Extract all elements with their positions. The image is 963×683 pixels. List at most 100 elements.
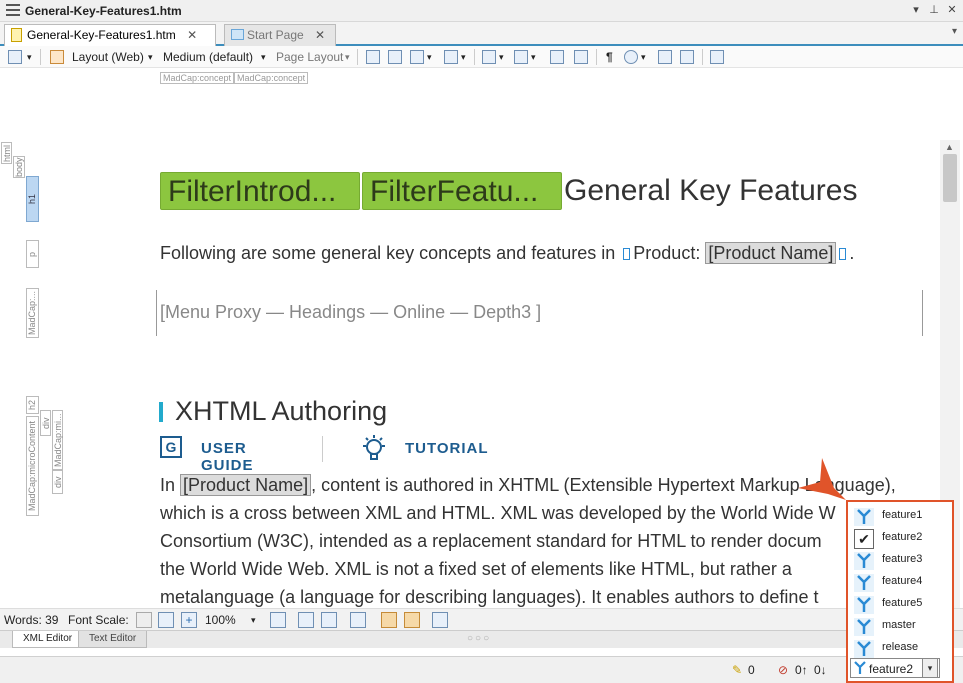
chevron-down-icon[interactable]: ▾ — [531, 49, 536, 65]
intro-paragraph[interactable]: Following are some general key concepts … — [160, 239, 854, 267]
span-bars-button[interactable] — [321, 612, 337, 628]
font-scale-increase-button[interactable]: + — [181, 612, 197, 628]
chevron-down-icon[interactable]: ▾ — [922, 658, 938, 678]
text-format-icon[interactable] — [514, 50, 528, 64]
duplicate-icon[interactable] — [680, 50, 694, 64]
window-icon[interactable] — [710, 50, 724, 64]
ruler-button[interactable] — [381, 612, 397, 628]
structure-bars-button[interactable] — [298, 612, 314, 628]
user-guide-link[interactable]: USER GUIDE — [201, 440, 254, 474]
print-icon[interactable] — [388, 50, 402, 64]
close-icon[interactable]: ✕ — [945, 3, 959, 17]
chevron-down-icon[interactable]: ▾ — [427, 49, 432, 65]
menu-proxy[interactable]: [Menu Proxy — Headings — Online — Depth3… — [156, 290, 923, 336]
target-dropdown[interactable]: feature1 ✔ feature2 feature3 feature4 fe… — [846, 500, 954, 683]
font-scale-reset-button[interactable] — [158, 612, 174, 628]
target-option-feature1[interactable]: feature1 — [852, 506, 950, 526]
structure-tag-h1[interactable]: h1 — [26, 176, 39, 222]
structure-tag-microcontent[interactable]: MadCap:microContent — [26, 416, 39, 516]
window-title: General-Key-Features1.htm — [25, 4, 182, 18]
pin-icon[interactable]: ⊥ — [927, 3, 941, 17]
page-width-button[interactable] — [432, 612, 448, 628]
target-option-label: feature2 — [882, 531, 923, 543]
show-tags-button[interactable] — [350, 612, 366, 628]
show-tags-icon[interactable] — [624, 50, 638, 64]
structure-tag-h2[interactable]: h2 — [26, 396, 39, 414]
user-guide-icon: G — [160, 436, 182, 458]
divider — [474, 49, 475, 65]
errors-down-count[interactable]: 0↓ — [814, 663, 827, 677]
structure-tag-html[interactable]: html — [1, 142, 12, 164]
structure-tag-p[interactable]: p — [26, 240, 39, 268]
chevron-down-icon[interactable]: ▾ — [261, 49, 266, 65]
errors-up-count[interactable]: 0↑ — [795, 663, 808, 677]
heading-1[interactable]: FilterIntrod... FilterFeatu... General Key… — [160, 172, 857, 212]
pilcrow-icon[interactable]: ¶ — [606, 49, 613, 65]
target-option-feature3[interactable]: feature3 — [852, 550, 950, 570]
scroll-up-icon[interactable]: ▲ — [945, 142, 954, 152]
view-mode-button[interactable] — [270, 612, 286, 628]
tab-scroll-icon[interactable]: ▾ — [952, 26, 957, 37]
concept-tag[interactable]: MadCap:concept — [160, 72, 235, 84]
structure-tag-body[interactable]: body — [13, 156, 25, 178]
chevron-down-icon[interactable]: ▾ — [148, 49, 153, 65]
callout-arrow-icon — [798, 458, 846, 500]
editor-toolbar: ▾ Layout (Web) ▾ Medium (default) ▾ Page… — [0, 46, 963, 68]
zoom-select[interactable]: 100% — [205, 612, 236, 628]
font-scale-label: Font Scale: — [68, 613, 129, 627]
scrollbar-thumb[interactable] — [943, 154, 957, 202]
target-option-feature4[interactable]: feature4 — [852, 572, 950, 592]
lightbulb-icon — [363, 435, 385, 460]
heading-accent-bar — [159, 402, 163, 422]
layout-dropdown[interactable]: Layout (Web) — [72, 49, 144, 65]
chevron-down-icon[interactable]: ▾ — [345, 49, 350, 65]
menu-icon[interactable] — [6, 4, 20, 16]
tab-xml-editor[interactable]: XML Editor — [12, 631, 84, 648]
vertical-ruler-button[interactable] — [404, 612, 420, 628]
zoom-icon[interactable] — [8, 50, 22, 64]
chevron-down-icon[interactable]: ▾ — [461, 49, 466, 65]
checkmark-icon: ✔ — [854, 529, 874, 549]
tab-general-key-features[interactable]: General-Key-Features1.htm ✕ — [4, 24, 216, 46]
snippet-filter-intro[interactable]: FilterIntrod... — [160, 172, 360, 210]
page-layout-dropdown[interactable]: Page Layout — [276, 49, 343, 65]
chevron-down-icon[interactable]: ▾ — [251, 612, 256, 628]
copy-icon[interactable] — [658, 50, 672, 64]
tutorial-link[interactable]: TUTORIAL — [405, 440, 489, 457]
target-option-feature5[interactable]: feature5 — [852, 594, 950, 614]
structure-tag-div[interactable]: div — [40, 410, 51, 436]
close-icon[interactable]: ✕ — [315, 28, 325, 42]
concept-icon[interactable] — [574, 50, 588, 64]
condition-start-icon — [623, 248, 631, 261]
structure-tag-div[interactable]: div — [52, 470, 63, 494]
tab-start-page[interactable]: Start Page ✕ — [224, 24, 336, 46]
concept-tag[interactable]: MadCap:concept — [234, 72, 309, 84]
tab-text-editor[interactable]: Text Editor — [78, 631, 148, 648]
close-icon[interactable]: ✕ — [187, 28, 197, 42]
start-page-icon — [231, 29, 244, 40]
target-option-master[interactable]: master — [852, 616, 950, 636]
preview-icon[interactable] — [366, 50, 380, 64]
font-scale-decrease-button[interactable] — [136, 612, 152, 628]
heading-2[interactable]: XHTML Authoring — [175, 396, 387, 427]
chevron-down-icon[interactable]: ▾ — [499, 49, 504, 65]
medium-dropdown[interactable]: Medium (default) — [163, 49, 253, 65]
dropdown-arrow-icon[interactable]: ▾ — [909, 3, 923, 17]
chevron-down-icon[interactable]: ▾ — [641, 49, 646, 65]
insert-icon[interactable] — [550, 50, 564, 64]
product-name-variable[interactable]: [Product Name] — [180, 474, 312, 496]
snippet-filter-feature[interactable]: FilterFeatu... — [362, 172, 562, 210]
document-tabstrip: General-Key-Features1.htm ✕ Start Page ✕… — [0, 22, 963, 46]
editor-content[interactable]: FilterIntrod... FilterFeatu... General Key… — [150, 140, 940, 608]
layout-icon — [50, 50, 64, 64]
resize-grip-icon[interactable]: ○○○ — [467, 633, 491, 644]
product-name-variable[interactable]: [Product Name] — [705, 242, 837, 264]
structure-tag-madcap[interactable]: MadCap:... — [26, 288, 39, 338]
image-icon[interactable] — [410, 50, 424, 64]
target-option-release[interactable]: release — [852, 638, 950, 658]
dropdown-arrow-icon[interactable]: ▾ — [27, 49, 32, 65]
variable-icon[interactable] — [482, 50, 496, 64]
target-option-feature2[interactable]: ✔ feature2 — [852, 528, 950, 549]
conditions-icon[interactable] — [444, 50, 458, 64]
structure-tag-madcap-mi[interactable]: MadCap:mi... — [52, 410, 63, 470]
